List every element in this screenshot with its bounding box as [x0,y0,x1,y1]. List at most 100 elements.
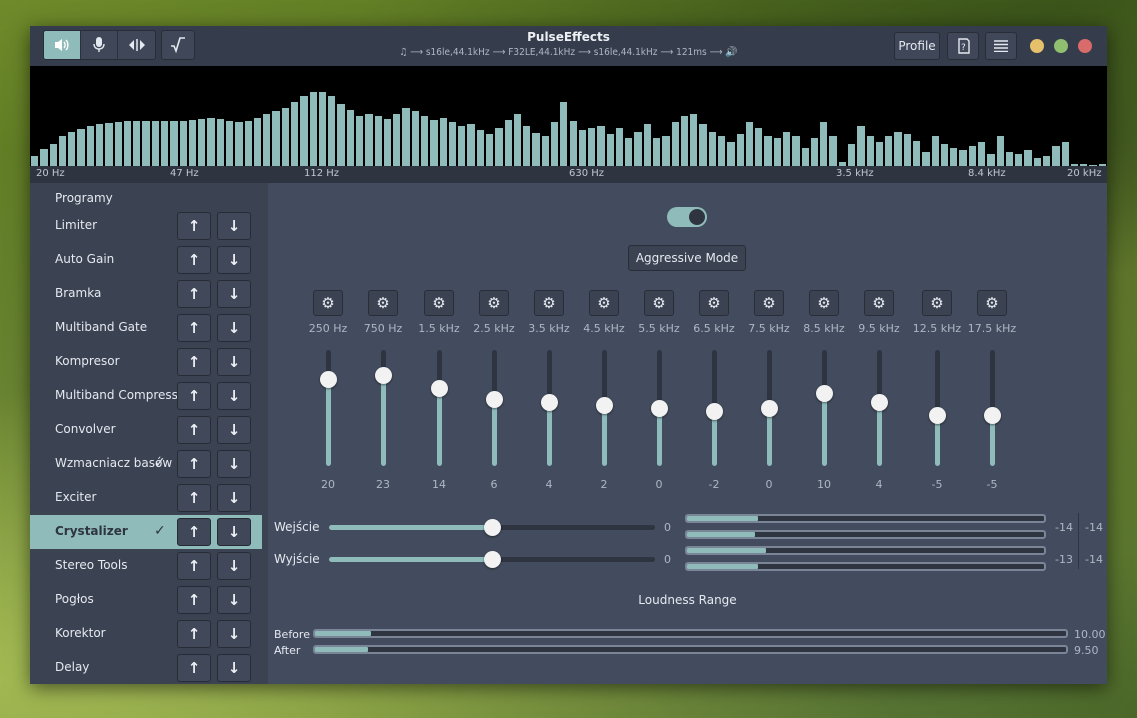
band-intensity-slider[interactable] [651,350,668,466]
move-up-button[interactable]: ↑ [177,484,211,512]
move-down-button[interactable]: ↓ [217,416,251,444]
band-intensity-slider[interactable] [541,350,558,466]
input-gain-slider[interactable] [329,519,655,536]
sidebar-item[interactable]: Exciter ↑ ↓ [30,481,262,515]
gear-icon[interactable]: ⚙ [368,290,398,316]
move-up-button[interactable]: ↑ [177,212,211,240]
move-up-button[interactable]: ↑ [177,280,211,308]
sidebar-item[interactable]: Kompresor ↑ ↓ [30,345,262,379]
gear-icon[interactable]: ⚙ [977,290,1007,316]
band-intensity-slider[interactable] [375,350,392,466]
band-intensity-slider[interactable] [706,350,723,466]
band-intensity-slider[interactable] [984,350,1001,466]
arrow-up-icon: ↑ [187,659,201,677]
move-up-button[interactable]: ↑ [177,416,211,444]
spectrum-bar [903,134,912,166]
sidebar-item[interactable]: Korektor ↑ ↓ [30,617,262,651]
move-down-button[interactable]: ↓ [217,484,251,512]
move-down-button[interactable]: ↓ [217,620,251,648]
move-up-button[interactable]: ↑ [177,246,211,274]
gear-icon[interactable]: ⚙ [424,290,454,316]
band-intensity-slider[interactable] [486,350,503,466]
move-up-button[interactable]: ↑ [177,654,211,682]
spectrum-frequency-axis: 20 Hz 47 Hz 112 Hz 630 Hz 3.5 kHz 8.4 kHz 20 k… [30,166,1107,183]
sidebar-item[interactable]: Delay ↑ ↓ [30,651,262,684]
move-up-button[interactable]: ↑ [177,348,211,376]
move-down-button[interactable]: ↓ [217,280,251,308]
spectrum-bar [309,92,317,166]
profile-button[interactable]: Profile [894,32,940,60]
gear-icon[interactable]: ⚙ [313,290,343,316]
move-down-button[interactable]: ↓ [217,382,251,410]
band-intensity-slider[interactable] [816,350,833,466]
gear-icon[interactable]: ⚙ [754,290,784,316]
gear-icon[interactable]: ⚙ [479,290,509,316]
spectrum-bar [58,136,67,166]
spectrum-bar [142,121,150,166]
sidebar-item[interactable]: Limiter ↑ ↓ [30,209,262,243]
arrow-down-icon: ↓ [227,353,241,371]
sidebar-item[interactable]: Convolver ↑ ↓ [30,413,262,447]
move-down-button[interactable]: ↓ [217,552,251,580]
sidebar-item[interactable]: Wzmacniacz basów ✓ ↑ ↓ [30,447,262,481]
move-up-button[interactable]: ↑ [177,382,211,410]
gear-icon[interactable]: ⚙ [864,290,894,316]
output-gain-slider[interactable] [329,551,655,568]
help-icon[interactable]: ? [947,32,979,60]
arrow-up-icon: ↑ [187,319,201,337]
band-intensity-slider[interactable] [320,350,337,466]
arrow-up-icon: ↑ [187,421,201,439]
band-value: 0 [765,478,773,491]
spectrum-bar [578,130,587,166]
band-intensity-slider[interactable] [929,350,946,466]
move-up-button[interactable]: ↑ [177,552,211,580]
band-intensity-slider[interactable] [431,350,448,466]
gear-icon[interactable]: ⚙ [699,290,729,316]
minimize-icon[interactable] [1030,39,1044,53]
band-intensity-slider[interactable] [761,350,778,466]
band-intensity-slider[interactable] [871,350,888,466]
enable-switch[interactable] [667,207,707,227]
move-down-button[interactable]: ↓ [217,450,251,478]
spectrum-bar [281,108,289,166]
band-value: 0 [655,478,663,491]
arrow-down-icon: ↓ [227,489,241,507]
gear-icon[interactable]: ⚙ [644,290,674,316]
gear-icon[interactable]: ⚙ [534,290,564,316]
eq-band: ⚙ 2.5 kHz 6 [469,290,519,491]
move-up-button[interactable]: ↑ [177,450,211,478]
menu-icon[interactable] [985,32,1017,60]
output-level-meter-right [685,562,1046,571]
sidebar-item[interactable]: Pogłos ↑ ↓ [30,583,262,617]
move-up-button[interactable]: ↑ [177,518,211,546]
band-intensity-slider[interactable] [596,350,613,466]
move-down-button[interactable]: ↓ [217,314,251,342]
spectrum-bar [968,146,976,166]
sidebar-item[interactable]: Multiband Compressor ↑ ↓ [30,379,262,413]
sidebar-item[interactable]: Multiband Gate ↑ ↓ [30,311,262,345]
move-up-button[interactable]: ↑ [177,314,211,342]
meter-separator [1078,513,1079,569]
spectrum-bar [393,114,401,166]
sidebar-item[interactable]: Stereo Tools ↑ ↓ [30,549,262,583]
move-up-button[interactable]: ↑ [177,620,211,648]
band-value: 6 [490,478,498,491]
move-down-button[interactable]: ↓ [217,246,251,274]
gear-icon[interactable]: ⚙ [589,290,619,316]
aggressive-mode-button[interactable]: Aggressive Mode [628,245,746,271]
move-down-button[interactable]: ↓ [217,348,251,376]
move-down-button[interactable]: ↓ [217,654,251,682]
spectrum-bar [430,120,438,166]
move-down-button[interactable]: ↓ [217,518,251,546]
sidebar-item[interactable]: Crystalizer ✓ ↑ ↓ [30,515,262,549]
move-down-button[interactable]: ↓ [217,586,251,614]
sidebar-item[interactable]: Bramka ↑ ↓ [30,277,262,311]
arrow-up-icon: ↑ [187,455,201,473]
close-icon[interactable] [1078,39,1092,53]
gear-icon[interactable]: ⚙ [809,290,839,316]
maximize-icon[interactable] [1054,39,1068,53]
move-up-button[interactable]: ↑ [177,586,211,614]
gear-icon[interactable]: ⚙ [922,290,952,316]
sidebar-item[interactable]: Auto Gain ↑ ↓ [30,243,262,277]
move-down-button[interactable]: ↓ [217,212,251,240]
